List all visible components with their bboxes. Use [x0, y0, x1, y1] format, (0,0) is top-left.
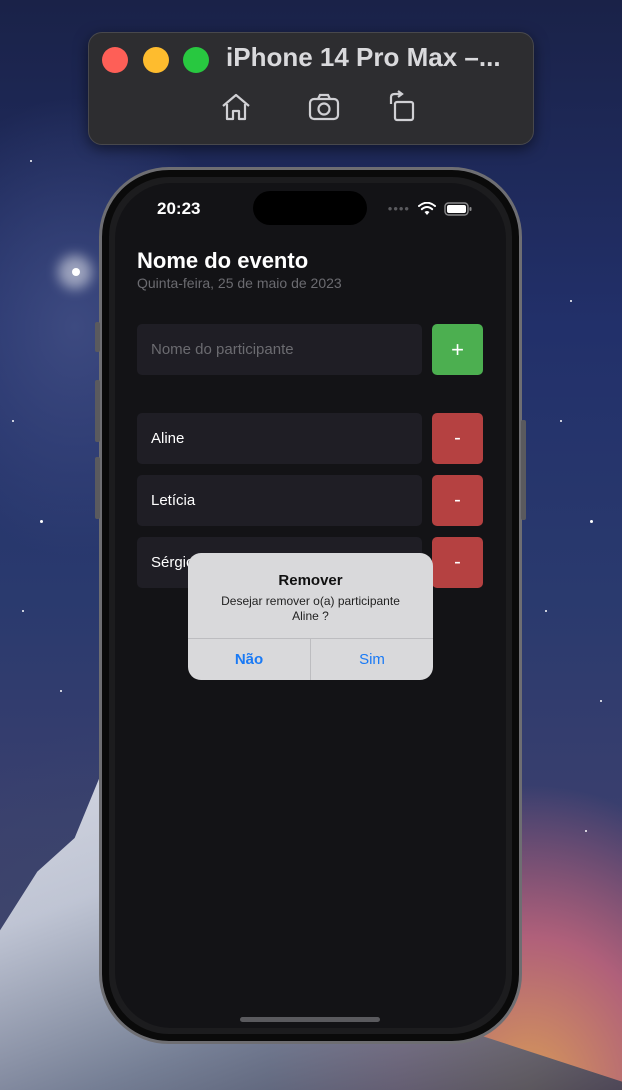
- event-title: Nome do evento: [137, 248, 309, 273]
- signal-dots-icon: ••••: [387, 201, 410, 216]
- remove-confirmation-alert: Remover Desejar remover o(a) participant…: [188, 553, 433, 680]
- simulator-title: iPhone 14 Pro Max –...: [226, 42, 501, 72]
- home-icon[interactable]: [219, 90, 253, 124]
- status-icons: ••••: [388, 201, 472, 216]
- volume-down-button: [95, 457, 100, 519]
- wifi-icon: [418, 201, 436, 216]
- event-date: Quinta-feira, 25 de maio de 2023: [137, 275, 342, 291]
- alert-message: Desejar remover o(a) participante Aline …: [221, 594, 400, 623]
- alert-confirm-button[interactable]: Sim: [311, 639, 433, 680]
- status-time: 20:23: [157, 199, 201, 218]
- remove-participant-button[interactable]: -: [432, 475, 483, 526]
- screenshot-icon[interactable]: [307, 90, 341, 124]
- participant-row: Letícia: [137, 475, 422, 526]
- participant-row: Aline: [137, 413, 422, 464]
- minimize-window-button[interactable]: [143, 47, 169, 73]
- home-indicator: [240, 1017, 380, 1022]
- battery-icon: [444, 201, 472, 216]
- add-participant-button[interactable]: +: [432, 324, 483, 375]
- rotate-icon[interactable]: [386, 90, 420, 124]
- close-window-button[interactable]: [102, 47, 128, 73]
- volume-up-button: [95, 380, 100, 442]
- remove-participant-button[interactable]: -: [432, 537, 483, 588]
- alert-title: Remover: [278, 572, 343, 589]
- silent-switch: [95, 322, 100, 352]
- participant-name-input[interactable]: Nome do participante: [137, 324, 422, 375]
- alert-cancel-button[interactable]: Não: [188, 639, 311, 680]
- dynamic-island: [253, 191, 367, 225]
- power-button: [521, 420, 526, 520]
- zoom-window-button[interactable]: [183, 47, 209, 73]
- remove-participant-button[interactable]: -: [432, 413, 483, 464]
- alert-actions: Não Sim: [188, 638, 433, 680]
